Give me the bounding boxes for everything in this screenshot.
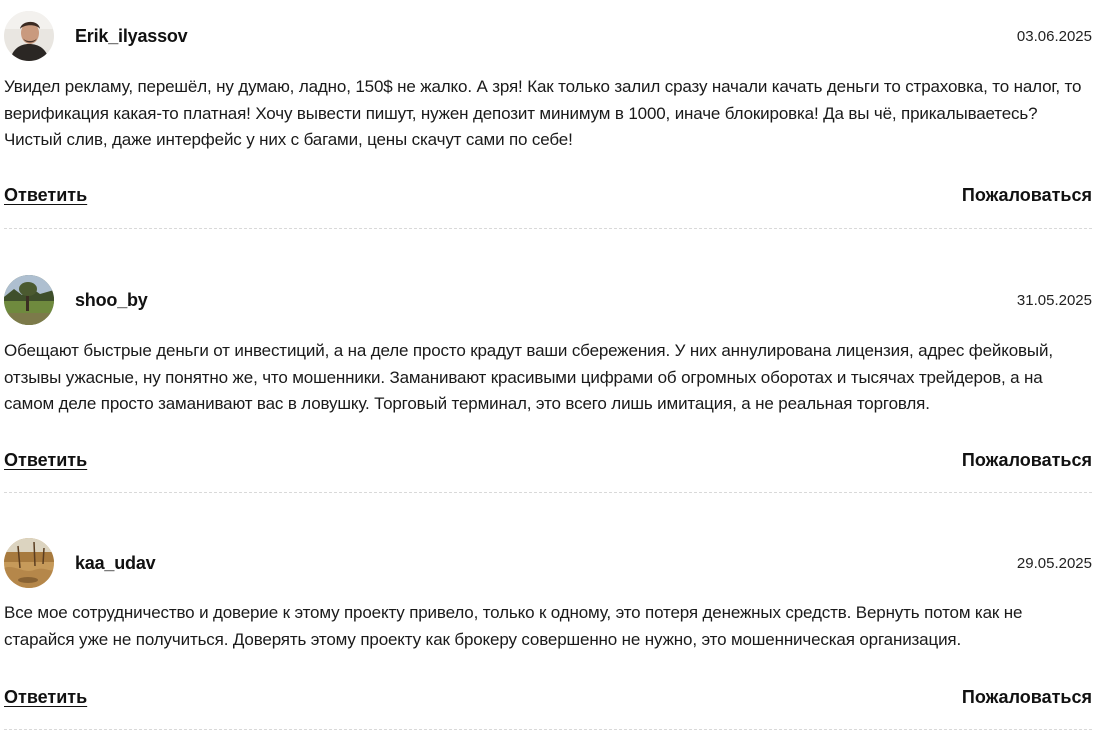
avatar-photo [4,538,54,588]
reply-link[interactable]: Ответить [4,450,87,471]
comment-header: Erik_ilyassov 03.06.2025 [4,11,1092,63]
comment-date: 03.06.2025 [1016,28,1092,45]
comment-header: kaa_udav 29.05.2025 [4,538,1092,590]
comment-date: 29.05.2025 [1016,555,1092,572]
username[interactable]: shoo_by [75,290,148,311]
avatar[interactable] [4,538,54,588]
report-link[interactable]: Пожаловаться [962,450,1092,471]
comment-actions: Ответить Пожаловаться [4,687,1092,713]
comment-text: Увидел рекламу, перешёл, ну думаю, ладно… [4,77,1082,149]
comment-actions: Ответить Пожаловаться [4,185,1092,211]
username[interactable]: Erik_ilyassov [75,26,188,47]
comment-item: shoo_by 31.05.2025 Обещают быстрые деньг… [4,275,1092,493]
report-link[interactable]: Пожаловаться [962,687,1092,708]
divider [4,492,1092,493]
divider [4,729,1092,730]
comment-actions: Ответить Пожаловаться [4,450,1092,476]
comment-text: Обещают быстрые деньги от инвестиций, а … [4,341,1053,413]
divider [4,228,1092,229]
reply-link[interactable]: Ответить [4,687,87,708]
username[interactable]: kaa_udav [75,553,156,574]
avatar[interactable] [4,275,54,325]
avatar-photo [4,11,54,61]
comment-header: shoo_by 31.05.2025 [4,275,1092,327]
report-link[interactable]: Пожаловаться [962,185,1092,206]
avatar[interactable] [4,11,54,61]
comment-date: 31.05.2025 [1016,292,1092,309]
comment-text: Все мое сотрудничество и доверие к этому… [4,603,1023,649]
reply-link[interactable]: Ответить [4,185,87,206]
comment-item: kaa_udav 29.05.2025 Все мое сотрудничест… [4,538,1092,730]
avatar-photo [4,275,54,325]
comment-item: Erik_ilyassov 03.06.2025 Увидел рекламу,… [4,11,1092,229]
